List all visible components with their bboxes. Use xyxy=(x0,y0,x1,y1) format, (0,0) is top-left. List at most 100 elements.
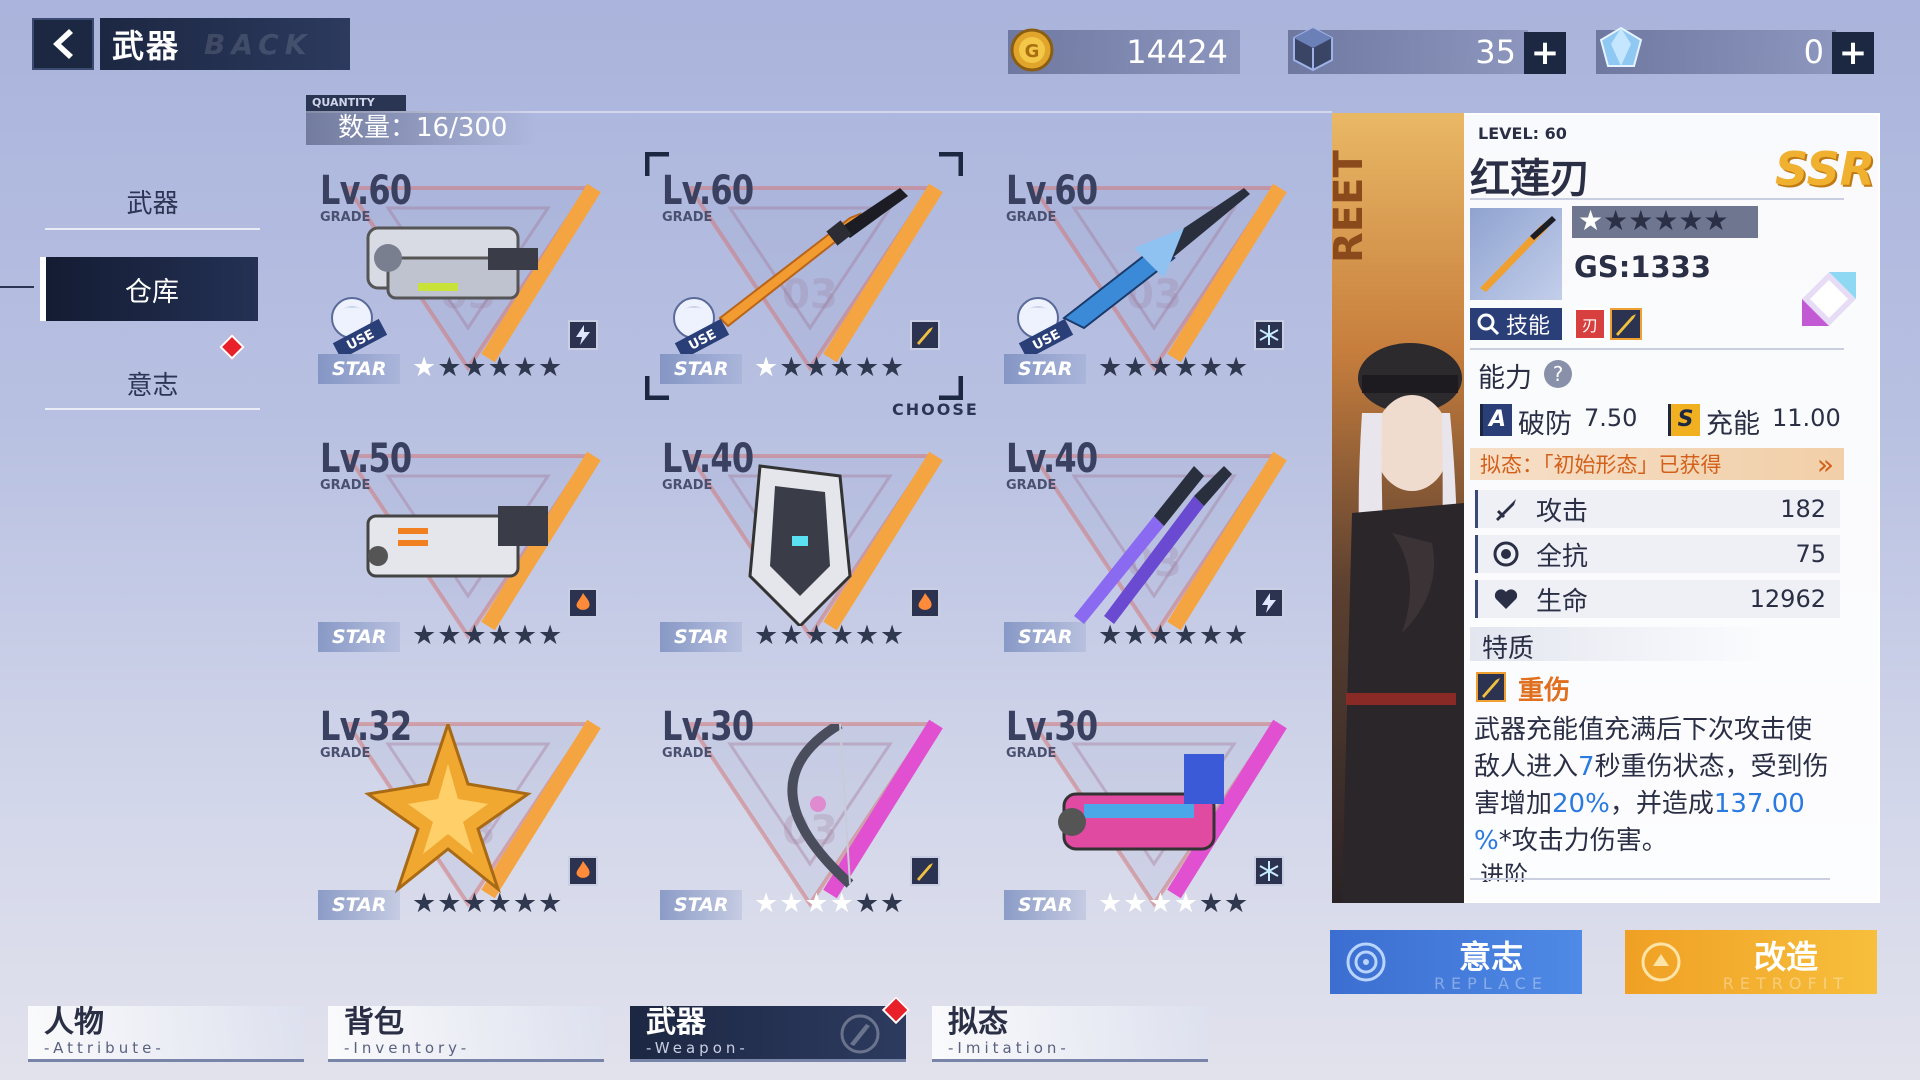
character-illustration: REET xyxy=(1332,150,1464,903)
weapon-level: Lv.40 xyxy=(662,436,754,482)
ability-help-icon[interactable]: ? xyxy=(1544,360,1572,388)
weapon-card[interactable]: 03Lv.30GRADESTAR★★★★★★ xyxy=(1004,704,1304,954)
weapon-level: Lv.60 xyxy=(1006,168,1098,214)
side-item-will[interactable]: 意志 xyxy=(45,365,260,402)
weapon-card[interactable]: 03Lv.40GRADESTAR★★★★★★ xyxy=(1004,436,1304,686)
charge-value: 11.00 xyxy=(1772,404,1841,432)
weapon-card[interactable]: 03Lv.32GRADESTAR★★★★★★ xyxy=(318,704,618,954)
star-label: STAR xyxy=(318,622,400,652)
tab-character[interactable]: 人物 -Attribute- xyxy=(28,1006,304,1062)
side-divider xyxy=(45,228,260,230)
fire-element-icon xyxy=(568,588,598,618)
page-title-bar: 武器 BACK xyxy=(100,18,350,70)
imitation-banner[interactable]: 拟态：「初始形态」已获得 » xyxy=(1470,447,1844,481)
cube-currency: 35 xyxy=(1288,26,1528,74)
side-pointer xyxy=(0,286,34,288)
star-icons: ★★★★★★ xyxy=(1098,888,1250,919)
weapon-card[interactable]: 03Lv.50GRADESTAR★★★★★★ xyxy=(318,436,618,686)
search-icon xyxy=(1477,313,1500,336)
star-label: STAR xyxy=(318,890,400,920)
fire-element-icon xyxy=(568,856,598,886)
side-item-storage-label: 仓库 xyxy=(125,276,179,308)
star-icons: ★★★★★★ xyxy=(412,888,564,919)
chevron-right-icon: » xyxy=(1816,447,1834,481)
crystal-add-button[interactable]: + xyxy=(1832,32,1874,74)
weapon-card[interactable]: 03Lv.40GRADESTAR★★★★★★ xyxy=(660,436,960,686)
ice-element-icon xyxy=(1254,320,1284,350)
blade-element-icon xyxy=(910,856,940,886)
trait-name: 重伤 xyxy=(1518,676,1571,706)
tab-weapon[interactable]: 武器 -Weapon- xyxy=(630,1006,906,1062)
side-item-storage[interactable]: 仓库 xyxy=(40,257,258,321)
grade-label: GRADE xyxy=(1006,746,1057,761)
crystal-icon xyxy=(1599,26,1643,67)
rarity-badge: SSR xyxy=(1775,142,1876,196)
imitation-text: 拟态：「初始形态」已获得 xyxy=(1480,453,1722,477)
break-value: 7.50 xyxy=(1584,404,1638,432)
in-use-badge: USE xyxy=(1017,297,1074,354)
element-crystal-icon xyxy=(1802,272,1856,326)
notification-dot xyxy=(219,334,245,360)
retrofit-button[interactable]: 改造 RETROFIT xyxy=(1625,930,1877,994)
shield-gear-icon xyxy=(1493,541,1519,567)
grade-label: GRADE xyxy=(320,478,371,493)
lightning-element-icon xyxy=(568,320,598,350)
break-label: 破防 xyxy=(1518,409,1572,440)
star-icons: ★★★★★★ xyxy=(754,888,906,919)
back-button[interactable] xyxy=(32,18,94,70)
skill-button[interactable]: 技能 xyxy=(1470,308,1562,340)
star-rating: STAR ★★★★★★ xyxy=(660,888,960,920)
break-grade-badge: A xyxy=(1480,404,1512,436)
quantity-count: 数量：16/300 xyxy=(306,111,536,145)
page-title: 武器 xyxy=(112,27,181,65)
weapon-level: Lv.32 xyxy=(320,704,412,750)
charge-label: 充能 xyxy=(1706,409,1760,440)
ice-element-icon xyxy=(1254,856,1284,886)
katana-icon xyxy=(1480,216,1556,292)
star-label: STAR xyxy=(1004,890,1086,920)
stat-resistance: 全抗 75 xyxy=(1475,535,1840,573)
skill-type-icon: 刃 xyxy=(1574,308,1606,340)
quantity-tag: QUANTITY xyxy=(306,95,406,111)
crystal-currency: 0 xyxy=(1596,26,1836,74)
star-label: STAR xyxy=(318,354,400,384)
weapon-card[interactable]: 03Lv.60GRADEUSESTAR★★★★★★ xyxy=(318,168,618,418)
weapon-thumbnail xyxy=(1470,208,1562,300)
lightning-element-icon xyxy=(1254,588,1284,618)
star-rating: STAR ★★★★★★ xyxy=(318,352,618,384)
weapon-card[interactable]: 03Lv.30GRADESTAR★★★★★★ xyxy=(660,704,960,954)
side-item-weapon[interactable]: 武器 xyxy=(45,183,260,220)
detail-divider xyxy=(1470,878,1830,880)
svg-text:REET: REET xyxy=(1332,150,1372,263)
cube-icon xyxy=(1293,26,1333,72)
title-watermark: BACK xyxy=(204,27,313,61)
grade-label: GRADE xyxy=(320,210,371,225)
star-label: STAR xyxy=(1004,622,1086,652)
cube-add-button[interactable]: + xyxy=(1524,32,1566,74)
star-icons: ★★★★★★ xyxy=(754,620,906,651)
fire-element-icon xyxy=(910,588,940,618)
sword-icon xyxy=(1496,499,1516,521)
blade-element-icon xyxy=(1610,308,1642,340)
choose-label: CHOOSE xyxy=(892,400,979,419)
weapon-level: Lv.60 xyxy=(320,168,412,214)
grade-label: GRADE xyxy=(662,478,713,493)
detail-divider xyxy=(1470,198,1844,200)
gear-score: GS:1333 xyxy=(1574,250,1711,284)
tab-imitation[interactable]: 拟态 -Imitation- xyxy=(932,1006,1208,1062)
weapon-level: Lv.50 xyxy=(320,436,412,482)
stat-health: 生命 12962 xyxy=(1475,580,1840,618)
star-rating: STAR ★★★★★★ xyxy=(1004,888,1304,920)
tab-inventory[interactable]: 背包 -Inventory- xyxy=(328,1006,604,1062)
detail-star-bar: ★★★★★★ xyxy=(1572,204,1758,238)
trait-header: 特质 xyxy=(1482,634,1535,664)
weapon-card[interactable]: 03Lv.60GRADEUSESTAR★★★★★★ xyxy=(1004,168,1304,418)
grade-label: GRADE xyxy=(320,746,371,761)
star-rating: STAR ★★★★★★ xyxy=(1004,352,1304,384)
ability-header: 能力 xyxy=(1478,363,1532,394)
side-divider xyxy=(45,408,260,410)
grade-label: GRADE xyxy=(662,746,713,761)
will-replace-button[interactable]: 意志 REPLACE xyxy=(1330,930,1582,994)
star-rating: STAR ★★★★★★ xyxy=(1004,620,1304,652)
detail-stars: ★★★★★★ xyxy=(1578,204,1729,237)
